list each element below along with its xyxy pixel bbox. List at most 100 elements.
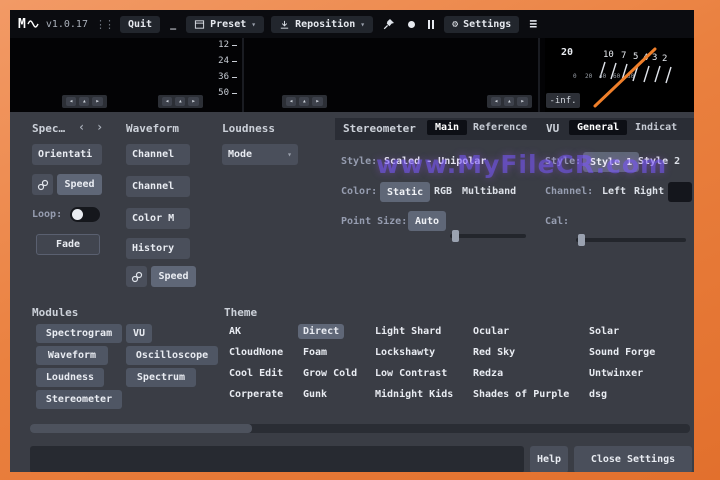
nav-up-icon[interactable]: ▴: [299, 97, 310, 106]
orientation-dropdown[interactable]: Orientati: [32, 144, 102, 165]
slider-thumb[interactable]: [578, 234, 585, 246]
vu-scale-number: 2: [662, 54, 667, 64]
tick-mark: [232, 92, 237, 94]
preset-button[interactable]: Preset ▾: [186, 15, 265, 33]
stereo-color-static-option[interactable]: Static: [380, 182, 431, 202]
theme-column: Direct Foam Grow Cold Gunk: [298, 324, 362, 402]
pause-button[interactable]: [425, 17, 437, 32]
pin-button[interactable]: [380, 15, 398, 33]
theme-item[interactable]: Redza: [468, 366, 508, 381]
stereo-style-value[interactable]: Scaled - Unipolar: [384, 156, 486, 167]
loop-toggle[interactable]: [70, 207, 100, 222]
slider-thumb[interactable]: [452, 230, 459, 242]
tick-mark: [232, 44, 237, 46]
waveform-history-dropdown[interactable]: History: [126, 238, 190, 259]
waveform-speed-button[interactable]: Speed: [151, 266, 196, 287]
module-spectrum-button[interactable]: Spectrum: [126, 368, 196, 387]
theme-item-selected[interactable]: Direct: [298, 324, 345, 339]
link-button[interactable]: [126, 266, 147, 287]
theme-item[interactable]: Grow Cold: [298, 366, 362, 381]
waveform-colormode-dropdown[interactable]: Color M: [126, 208, 190, 229]
link-button[interactable]: [32, 174, 53, 195]
vu-scale-number: 3: [652, 53, 657, 63]
loudness-mode-dropdown[interactable]: Mode ▾: [222, 144, 298, 165]
stereo-pointsize-auto-button[interactable]: Auto: [408, 211, 447, 231]
next-page-icon[interactable]: ›: [96, 120, 103, 134]
theme-item[interactable]: Midnight Kids: [370, 387, 458, 402]
nav-left-icon[interactable]: ◂: [66, 97, 77, 106]
module-spectrogram-button[interactable]: Spectrogram: [36, 324, 122, 343]
chain-link-icon: [37, 179, 48, 190]
quit-button[interactable]: Quit: [119, 15, 161, 33]
spec-speed-button[interactable]: Speed: [57, 174, 102, 195]
nav-right-icon[interactable]: ▸: [92, 97, 103, 106]
theme-item[interactable]: Untwinxer: [584, 366, 648, 381]
reposition-button[interactable]: Reposition ▾: [271, 15, 374, 33]
waveform-channel1-dropdown[interactable]: Channel: [126, 144, 190, 165]
record-button[interactable]: [405, 18, 418, 31]
theme-item[interactable]: AK: [224, 324, 246, 339]
close-settings-button[interactable]: Close Settings: [574, 446, 692, 472]
module-waveform-button[interactable]: Waveform: [36, 346, 108, 365]
nav-left-icon[interactable]: ◂: [286, 97, 297, 106]
theme-item[interactable]: Red Sky: [468, 345, 520, 360]
vu-channel-right-option[interactable]: Right: [634, 186, 664, 197]
module-oscilloscope-button[interactable]: Oscilloscope: [126, 346, 218, 365]
prev-page-icon[interactable]: ‹: [78, 120, 85, 134]
preset-label: Preset: [210, 18, 247, 30]
theme-item[interactable]: Light Shard: [370, 324, 446, 339]
theme-item[interactable]: Gunk: [298, 387, 332, 402]
help-button[interactable]: Help: [530, 446, 568, 472]
theme-item[interactable]: Ocular: [468, 324, 514, 339]
tab-stereometer-main[interactable]: Main: [427, 120, 468, 135]
vu-channel-extra-button[interactable]: [668, 182, 692, 202]
command-input[interactable]: [30, 446, 524, 472]
stereo-color-rgb-option[interactable]: RGB: [434, 186, 452, 197]
nav-up-icon[interactable]: ▴: [79, 97, 90, 106]
settings-button[interactable]: ⚙ Settings: [444, 15, 520, 33]
fade-button[interactable]: Fade: [36, 234, 100, 255]
theme-item[interactable]: Lockshawty: [370, 345, 440, 360]
nav-left-icon[interactable]: ◂: [491, 97, 502, 106]
vu-scale-number: 7: [621, 51, 626, 61]
tab-stereometer-reference[interactable]: Reference: [465, 120, 535, 135]
nav-right-icon[interactable]: ▸: [312, 97, 323, 106]
tab-vu-indicator[interactable]: Indicat: [627, 120, 685, 135]
waveform-channel2-dropdown[interactable]: Channel: [126, 176, 190, 197]
cal-slider[interactable]: [576, 234, 686, 246]
drag-handle-icon[interactable]: ⋮⋮: [95, 18, 115, 31]
section-title-waveform: Waveform: [126, 122, 179, 135]
module-vu-button[interactable]: VU: [126, 324, 152, 343]
nav-up-icon[interactable]: ▴: [504, 97, 515, 106]
module-loudness-button[interactable]: Loudness: [36, 368, 104, 387]
nav-right-icon[interactable]: ▸: [517, 97, 528, 106]
theme-item[interactable]: Corperate: [224, 387, 288, 402]
vu-cal-label: Cal:: [545, 216, 570, 227]
theme-item[interactable]: Low Contrast: [370, 366, 452, 381]
vu-style1-option[interactable]: Style 1: [583, 152, 640, 172]
module-stereometer-button[interactable]: Stereometer: [36, 390, 122, 409]
scrollbar-thumb[interactable]: [30, 424, 252, 433]
theme-item[interactable]: Shades of Purple: [468, 387, 574, 402]
theme-item[interactable]: Foam: [298, 345, 332, 360]
vu-scale-number: 20: [561, 47, 573, 58]
pin-icon: [383, 19, 395, 30]
vu-style2-option[interactable]: Style 2: [638, 156, 680, 167]
pointsize-slider[interactable]: [450, 230, 526, 242]
menu-button[interactable]: ≡: [526, 14, 540, 35]
theme-item[interactable]: Solar: [584, 324, 624, 339]
theme-item[interactable]: Sound Forge: [584, 345, 660, 360]
tab-vu-general[interactable]: General: [569, 120, 628, 135]
vu-channel-left-option[interactable]: Left: [602, 186, 626, 197]
chevron-down-icon: ▾: [360, 19, 366, 29]
nav-right-icon[interactable]: ▸: [188, 97, 199, 106]
theme-item[interactable]: Cool Edit: [224, 366, 288, 381]
theme-item[interactable]: dsg: [584, 387, 612, 402]
theme-item[interactable]: CloudNone: [224, 345, 288, 360]
horizontal-scrollbar[interactable]: [30, 424, 690, 433]
nav-up-icon[interactable]: ▴: [175, 97, 186, 106]
nav-left-icon[interactable]: ◂: [162, 97, 173, 106]
stereo-color-multiband-option[interactable]: Multiband: [462, 186, 516, 197]
app-logo: M: [18, 17, 39, 32]
minimize-button[interactable]: _: [167, 16, 179, 33]
